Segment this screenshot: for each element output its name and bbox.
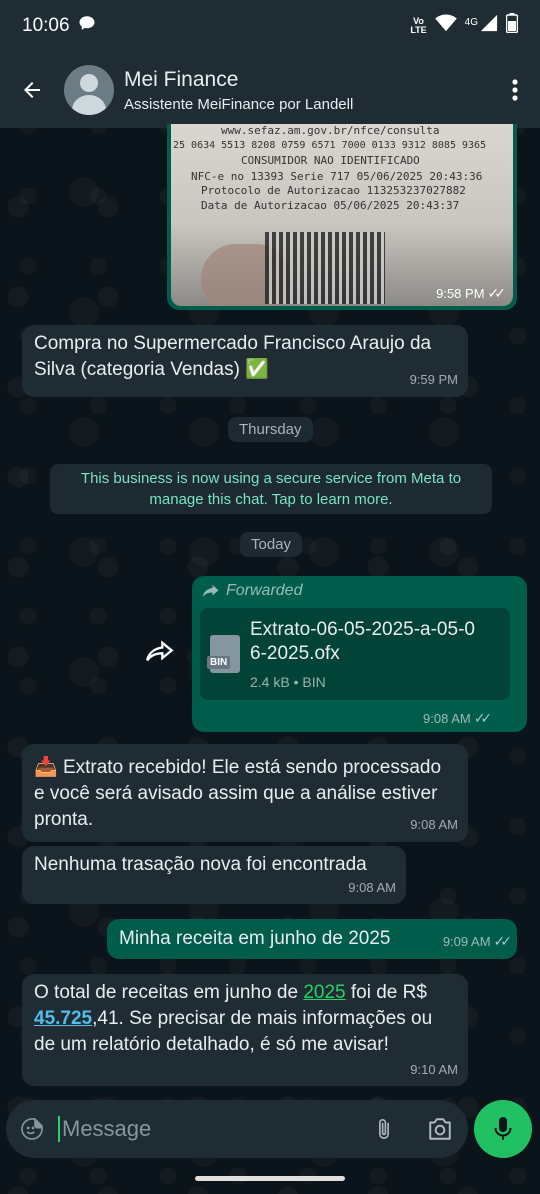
document-card[interactable]: BIN Extrato-06-05-2025-a-05-06-2025.ofx … [200,608,510,700]
microphone-icon [494,1117,512,1140]
arrow-left-icon [24,82,40,98]
avatar[interactable] [64,65,114,115]
receipt-photo: www.sefaz.am.gov.br/nfce/consulta 25 063… [171,124,513,306]
incoming-message[interactable]: Compra no Supermercado Francisco Araujo … [22,325,468,397]
share-forward-button[interactable] [146,640,174,667]
paperclip-icon [379,1119,389,1139]
forwarded-label: Forwarded [202,578,302,604]
emoji-button[interactable] [6,1116,58,1142]
contact-info[interactable]: Mei Finance Assistente MeiFinance por La… [124,68,490,113]
check-emoji: ✅ [245,359,269,380]
message-time: 9:10 AM [410,1062,458,1077]
qr-code [265,232,385,304]
incoming-message[interactable]: O total de receitas em junho de 2025 foi… [22,974,468,1086]
amount-link[interactable]: 45.725 [34,1008,92,1029]
file-meta: 2.4 kB • BIN [250,674,326,690]
incoming-message[interactable]: Nenhuma trasação nova foi encontrada 9:0… [22,846,406,904]
chat-notification-icon [78,14,96,38]
date-chip: Thursday [228,417,313,442]
forward-icon [202,585,219,597]
battery-icon [505,13,519,39]
wifi-icon [434,14,457,38]
receipt-image-message[interactable]: www.sefaz.am.gov.br/nfce/consulta 25 063… [167,124,517,310]
system-notice[interactable]: This business is now using a secure serv… [50,464,492,514]
file-icon: BIN [207,635,240,673]
camera-icon [429,1118,451,1140]
outgoing-message[interactable]: Minha receita em junho de 2025 9:09 AM ✓✓ [107,919,517,959]
file-name: Extrato-06-05-2025-a-05-06-2025.ofx [250,619,475,664]
contact-subtitle: Assistente MeiFinance por Landell [124,95,354,113]
volte-icon: Vo LTE [410,16,427,35]
contact-name: Mei Finance [124,67,239,91]
message-input[interactable] [58,1116,356,1142]
message-time: 9:08 AM [410,817,458,832]
message-time: 9:08 AM ✓✓ [423,710,492,726]
message-time: 9:59 PM [409,372,458,387]
more-options-button[interactable] [490,79,540,101]
message-composer [6,1100,468,1158]
date-chip: Today [240,532,303,557]
message-time: 9:09 AM ✓✓ [442,933,512,949]
sticker-icon [21,1118,43,1140]
message-time: 9:58 PM ✓✓ [436,285,506,301]
more-vertical-icon [512,79,518,101]
chat-header: Mei Finance Assistente MeiFinance por La… [0,52,540,128]
gesture-nav-bar[interactable] [195,1176,345,1181]
voice-message-button[interactable] [474,1100,532,1158]
status-bar: 10:06 Vo LTE 4G [0,0,540,52]
back-button[interactable] [0,78,64,102]
forward-arrow-icon [146,640,174,662]
network-type: 4G [464,16,478,28]
status-time: 10:06 [22,15,70,36]
signal-icon [480,14,498,38]
attach-button[interactable] [356,1116,412,1142]
incoming-message[interactable]: 📥 Extrato recebido! Ele está sendo proce… [22,744,468,842]
inbox-emoji: 📥 [34,757,58,778]
camera-button[interactable] [412,1117,468,1141]
message-time: 9:08 AM [348,880,396,895]
year-link[interactable]: 2025 [303,982,345,1003]
